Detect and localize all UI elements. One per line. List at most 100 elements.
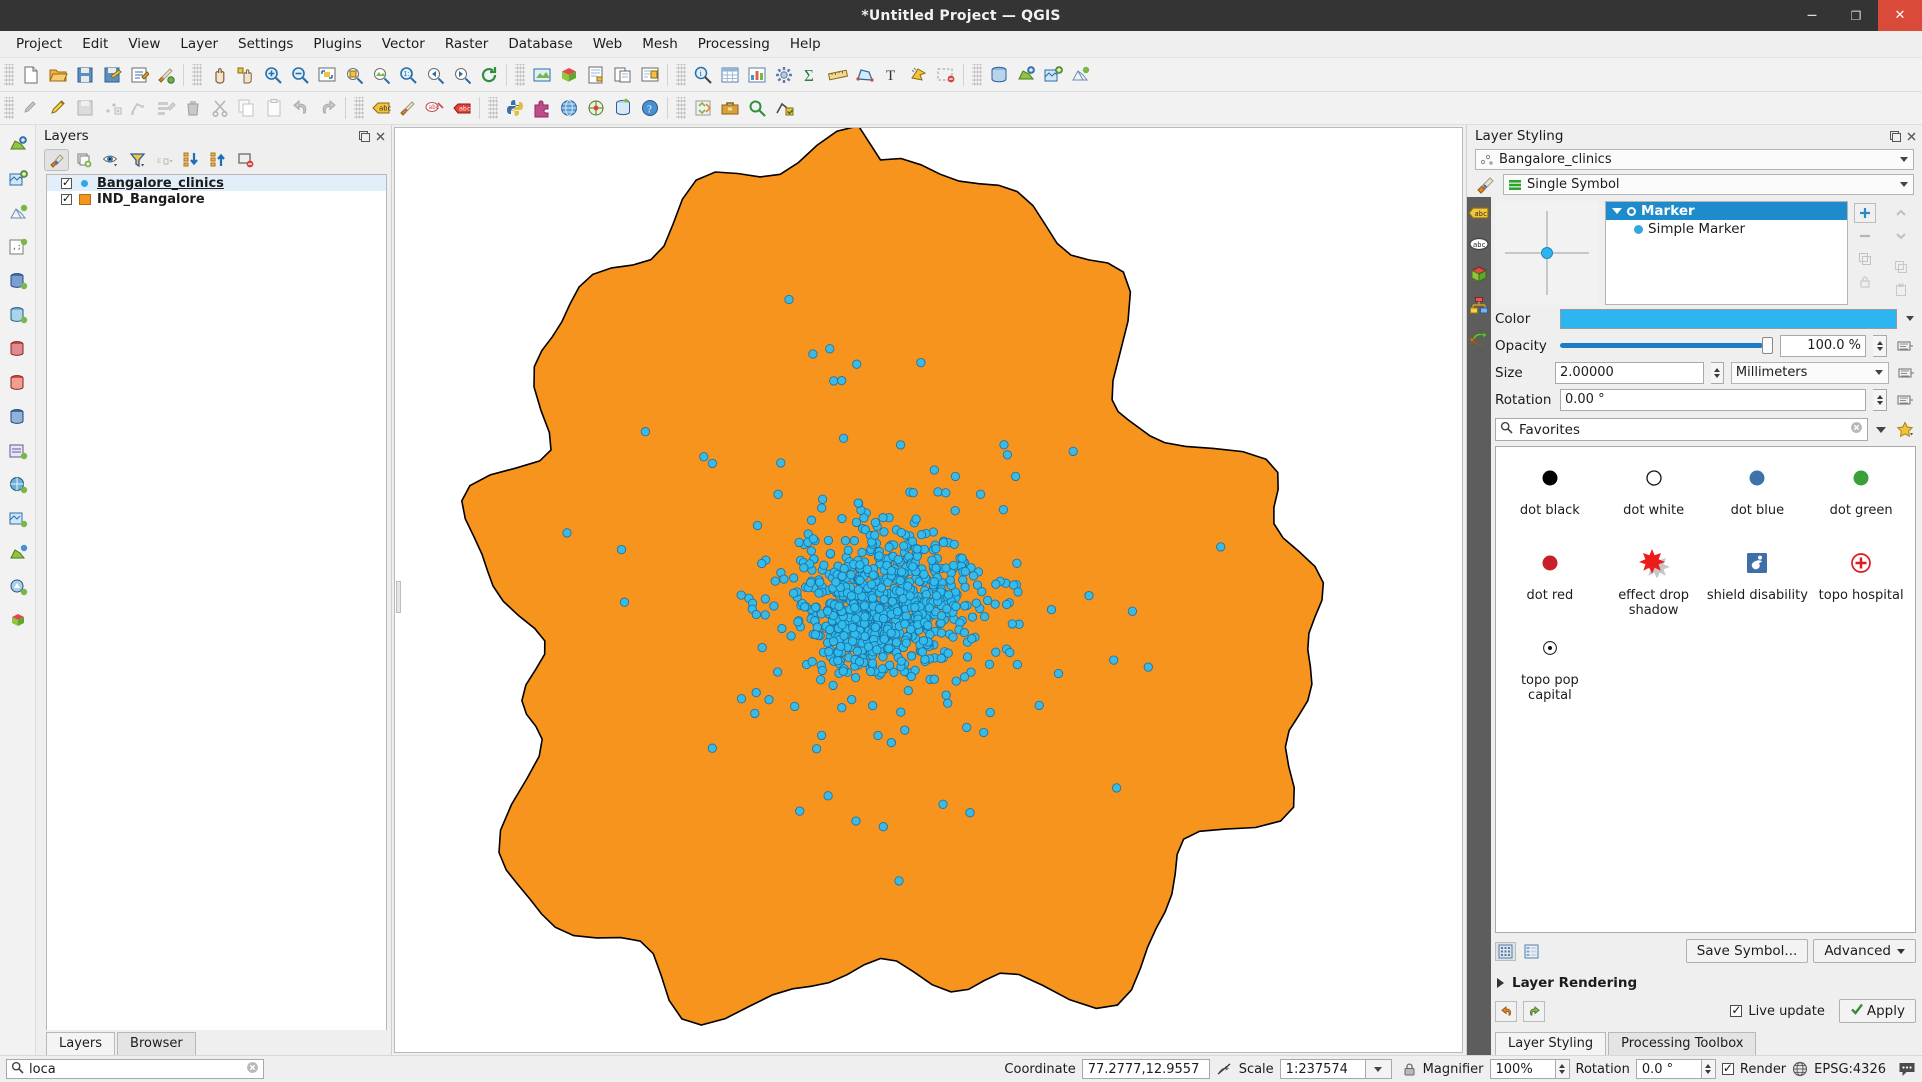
close-panel-icon[interactable]: [374, 130, 387, 143]
select-features-icon[interactable]: [906, 62, 931, 87]
gallery-item-effect-drop-shadow[interactable]: effect drop shadow: [1602, 542, 1706, 627]
new-3d-map-view-icon[interactable]: [556, 62, 581, 87]
close-button[interactable]: [1878, 0, 1922, 31]
locator-input[interactable]: loca: [6, 1059, 264, 1079]
toolbar-grip[interactable]: [676, 63, 686, 86]
opacity-slider[interactable]: [1560, 336, 1773, 356]
lock-colors-icon[interactable]: [1854, 272, 1876, 292]
lock-icon[interactable]: [1402, 1062, 1417, 1077]
vertex-tool-icon[interactable]: [126, 96, 151, 121]
panel-resize-handle[interactable]: [396, 580, 401, 613]
filter-legend-icon[interactable]: [125, 149, 150, 171]
geometry-check-icon[interactable]: [771, 96, 796, 121]
save-symbol-button[interactable]: Save Symbol...: [1685, 939, 1809, 963]
current-edits-icon[interactable]: [18, 96, 43, 121]
pan-to-selection-icon[interactable]: [233, 62, 258, 87]
tab-layers[interactable]: Layers: [46, 1032, 116, 1055]
collapse-all-icon[interactable]: [206, 149, 231, 171]
add-oracle-layer-icon[interactable]: [4, 369, 32, 397]
copy-symbol-icon[interactable]: [1890, 257, 1912, 277]
data-defined-override-icon[interactable]: [1894, 335, 1916, 356]
menu-edit[interactable]: Edit: [72, 33, 118, 55]
expand-all-icon[interactable]: [179, 149, 204, 171]
menu-layer[interactable]: Layer: [170, 33, 228, 55]
symbol-layer-tree[interactable]: Marker Simple Marker: [1605, 201, 1848, 305]
layer-tree[interactable]: Bangalore_clinicsIND_Bangalore: [46, 174, 387, 1030]
add-mesh-layer-icon[interactable]: [1067, 62, 1092, 87]
pin-labels-icon[interactable]: abc: [422, 96, 447, 121]
processing-toolbox-icon[interactable]: [690, 96, 715, 121]
tab-layer-styling[interactable]: Layer Styling: [1495, 1032, 1607, 1055]
paste-features-icon[interactable]: [261, 96, 286, 121]
text-annotation-icon[interactable]: T: [879, 62, 904, 87]
new-project-icon[interactable]: [18, 62, 43, 87]
menu-plugins[interactable]: Plugins: [303, 33, 371, 55]
size-spinner[interactable]: [1711, 361, 1724, 384]
identify-features-icon[interactable]: i: [690, 62, 715, 87]
tab-actions-icon[interactable]: [1467, 326, 1491, 348]
help-icon[interactable]: ?: [637, 96, 662, 121]
toolbar-grip[interactable]: [972, 63, 982, 86]
open-layer-styling-icon[interactable]: [44, 149, 69, 171]
tab-masks-icon[interactable]: abc: [1467, 233, 1491, 255]
toolbar-grip[interactable]: [354, 97, 364, 119]
tab-labels-icon[interactable]: abc: [1467, 202, 1491, 224]
add-raster-layer-icon[interactable]: [4, 165, 32, 193]
messages-icon[interactable]: [1898, 1061, 1916, 1077]
add-delimited-text-icon[interactable]: ,;: [4, 233, 32, 261]
add-raster-layer-icon[interactable]: [1040, 62, 1065, 87]
add-group-icon[interactable]: [71, 149, 96, 171]
add-db2-layer-icon[interactable]: [4, 403, 32, 431]
undo-icon[interactable]: [288, 96, 313, 121]
sum-icon[interactable]: Σ: [798, 62, 823, 87]
style-icon[interactable]: [395, 96, 420, 121]
label-icon[interactable]: abc: [368, 96, 393, 121]
opacity-value-field[interactable]: 100.0 %: [1780, 334, 1866, 357]
star-icon[interactable]: [1894, 420, 1916, 439]
open-attribute-table-icon[interactable]: [717, 62, 742, 87]
add-mesh-layer-icon[interactable]: [4, 199, 32, 227]
copy-features-icon[interactable]: [234, 96, 259, 121]
opacity-spinner[interactable]: [1873, 334, 1887, 357]
georeferencer-icon[interactable]: [583, 96, 608, 121]
add-point-feature-icon[interactable]: [99, 96, 124, 121]
save-layer-edits-icon[interactable]: [72, 96, 97, 121]
color-dropdown-icon[interactable]: [1904, 316, 1916, 321]
search-icon[interactable]: [744, 96, 769, 121]
zoom-out-icon[interactable]: [287, 62, 312, 87]
coordinate-field[interactable]: 77.2777,12.9557: [1081, 1059, 1210, 1079]
show-layouts-icon[interactable]: [637, 62, 662, 87]
measure-line-icon[interactable]: [825, 62, 850, 87]
scale-combo[interactable]: 1:237574: [1279, 1059, 1392, 1079]
symbol-layer-marker[interactable]: Marker: [1606, 202, 1847, 220]
duplicate-symbol-layer-icon[interactable]: [1854, 249, 1876, 269]
layer-rendering-section[interactable]: Layer Rendering: [1495, 965, 1916, 997]
filter-legend-expression-icon[interactable]: ε: [152, 149, 177, 171]
move-up-icon[interactable]: [1890, 203, 1912, 223]
renderer-combo[interactable]: Single Symbol: [1503, 174, 1914, 195]
float-panel-icon[interactable]: [1889, 130, 1902, 143]
zoom-to-selection-icon[interactable]: [341, 62, 366, 87]
redo-icon[interactable]: [1523, 1000, 1545, 1022]
color-swatch[interactable]: [1560, 308, 1897, 329]
menu-project[interactable]: Project: [6, 33, 72, 55]
add-postgis-layer-icon[interactable]: [4, 267, 32, 295]
redo-icon[interactable]: [315, 96, 340, 121]
open-project-icon[interactable]: [45, 62, 70, 87]
map-rotation-field[interactable]: 0.0 °: [1635, 1059, 1702, 1079]
python-console-icon[interactable]: [502, 96, 527, 121]
new-map-view-icon[interactable]: [529, 62, 554, 87]
new-print-layout-icon[interactable]: [583, 62, 608, 87]
menu-help[interactable]: Help: [780, 33, 831, 55]
toolbar-grip[interactable]: [515, 63, 525, 86]
magnifier-spinner[interactable]: [1555, 1059, 1570, 1079]
gallery-item-dot-black[interactable]: dot black: [1498, 457, 1602, 542]
zoom-in-icon[interactable]: [260, 62, 285, 87]
close-panel-icon[interactable]: [1905, 130, 1918, 143]
size-unit-combo[interactable]: Millimeters: [1730, 361, 1889, 384]
symbol-filter-dropdown-icon[interactable]: [1873, 426, 1889, 433]
crs-label[interactable]: EPSG:4326: [1814, 1062, 1886, 1077]
add-vector-layer-icon[interactable]: [4, 131, 32, 159]
toggle-editing-icon[interactable]: [45, 96, 70, 121]
options-icon[interactable]: [771, 62, 796, 87]
